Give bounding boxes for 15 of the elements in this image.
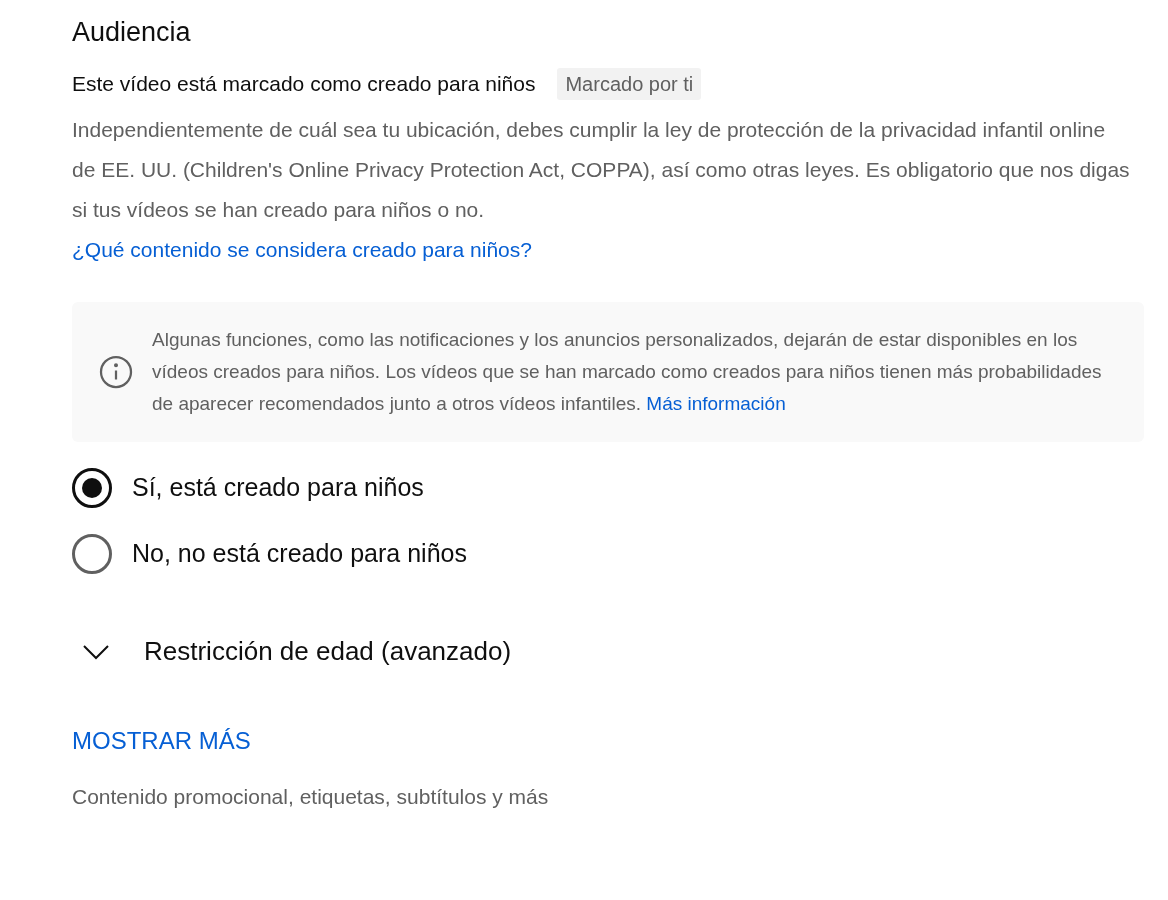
radio-option[interactable]: No, no está creado para niños	[72, 534, 467, 574]
radio-option[interactable]: Sí, está creado para niños	[72, 468, 424, 508]
subsection-title: Este vídeo está marcado como creado para niños	[72, 71, 536, 98]
description-text: Independientemente de cuál sea tu ubicación, debes cumplir la ley de protección de la privacidad infantil online de EE. UU. (Children's Online Privacy Protection Act, COPPA), así como otras leyes. Es obligatorio que nos digas si tus vídeos se han creado para niños o no.	[72, 117, 1131, 223]
radio-button[interactable]	[72, 468, 112, 508]
info-icon	[98, 354, 134, 390]
radio-button[interactable]	[72, 534, 112, 574]
show-more-hint: Contenido promocional, etiquetas, subtítulos y más	[72, 784, 550, 810]
status-tag: Marcado por ti	[557, 68, 702, 100]
help-link[interactable]: ¿Qué contenido se considera creado para niños?	[72, 230, 532, 270]
show-more-button[interactable]: MOSTRAR MÁS	[72, 723, 251, 759]
age-restriction-toggle[interactable]: Restricción de edad (avanzado)	[72, 632, 512, 671]
more-info-link[interactable]: Más información	[646, 393, 786, 414]
section-title: Audiencia	[72, 16, 192, 49]
notice-text: Algunas funciones, como las notificaciones y los anuncios personalizados, dejarán de estar disponibles en los vídeos creados para niños. Los vídeos que se han marcado como creados para niños tienen más probabilidades de aparecer recomendados junto a otros vídeos infantiles. Más información	[152, 328, 1103, 416]
